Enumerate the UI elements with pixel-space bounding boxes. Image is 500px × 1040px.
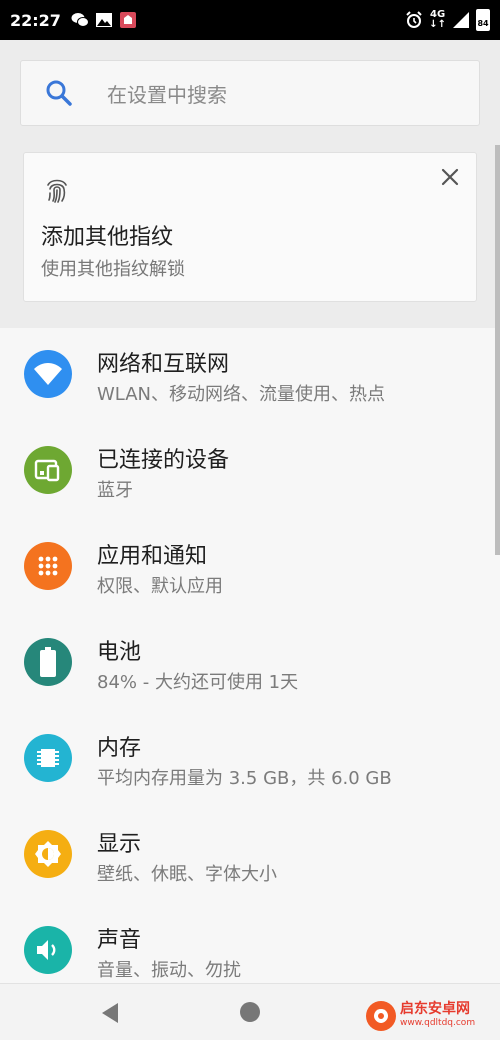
close-icon[interactable] xyxy=(438,165,462,189)
settings-item-subtitle: WLAN、移动网络、流量使用、热点 xyxy=(97,384,386,405)
battery-icon xyxy=(24,638,72,686)
search-icon xyxy=(21,79,97,107)
settings-item-title: 已连接的设备 xyxy=(97,448,230,473)
settings-item-title: 应用和通知 xyxy=(97,544,208,569)
settings-item-connected-devices[interactable]: 已连接的设备 蓝牙 xyxy=(0,424,500,520)
volume-icon xyxy=(24,926,72,974)
suggestion-subtitle: 使用其他指纹解锁 xyxy=(41,259,185,280)
watermark: 启东安卓网 www.qdltdq.com xyxy=(366,996,494,1036)
settings-item-subtitle: 平均内存用量为 3.5 GB，共 6.0 GB xyxy=(97,768,392,789)
settings-item-battery[interactable]: 电池 84% - 大约还可使用 1天 xyxy=(0,616,500,712)
app-notification-icon xyxy=(119,11,137,29)
settings-item-network[interactable]: 网络和互联网 WLAN、移动网络、流量使用、热点 xyxy=(0,328,500,424)
network-type-label: 4G ↓↑ xyxy=(429,9,446,30)
settings-item-subtitle: 84% - 大约还可使用 1天 xyxy=(97,672,299,693)
header-area: 在设置中搜索 添加其他指纹 使用其他指纹解锁 xyxy=(0,40,500,328)
settings-item-subtitle: 权限、默认应用 xyxy=(97,576,223,597)
settings-item-title: 内存 xyxy=(97,736,142,761)
watermark-logo-icon xyxy=(366,1001,396,1031)
settings-item-display[interactable]: 显示 壁纸、休眠、字体大小 xyxy=(0,808,500,904)
devices-icon xyxy=(24,446,72,494)
settings-item-title: 声音 xyxy=(97,928,142,953)
gallery-icon xyxy=(95,11,113,29)
status-time: 22:27 xyxy=(10,10,61,30)
memory-icon xyxy=(24,734,72,782)
settings-item-subtitle: 音量、振动、勿扰 xyxy=(97,960,241,981)
watermark-name: 启东安卓网 xyxy=(400,1001,470,1017)
battery-status-icon: 84 xyxy=(476,9,490,31)
settings-item-apps[interactable]: 应用和通知 权限、默认应用 xyxy=(0,520,500,616)
wechat-icon xyxy=(71,11,89,29)
settings-item-subtitle: 壁纸、休眠、字体大小 xyxy=(97,864,277,885)
settings-item-title: 显示 xyxy=(97,832,142,857)
settings-item-memory[interactable]: 内存 平均内存用量为 3.5 GB，共 6.0 GB xyxy=(0,712,500,808)
scrollbar[interactable] xyxy=(495,145,500,555)
status-bar: 22:27 4G ↓↑ 84 xyxy=(0,0,500,40)
watermark-url: www.qdltdq.com xyxy=(400,1018,476,1028)
search-bar[interactable]: 在设置中搜索 xyxy=(20,60,480,126)
settings-item-subtitle: 蓝牙 xyxy=(97,480,133,501)
brightness-icon xyxy=(24,830,72,878)
settings-item-title: 网络和互联网 xyxy=(97,352,230,377)
alarm-icon xyxy=(405,11,423,29)
back-icon[interactable] xyxy=(100,1002,120,1028)
home-icon[interactable] xyxy=(240,1002,260,1022)
suggestion-title: 添加其他指纹 xyxy=(41,225,174,250)
settings-list: 网络和互联网 WLAN、移动网络、流量使用、热点 已连接的设备 蓝牙 应用和通知… xyxy=(0,328,500,983)
settings-item-title: 电池 xyxy=(97,640,142,665)
search-placeholder: 在设置中搜索 xyxy=(107,82,227,107)
signal-icon xyxy=(452,11,470,29)
apps-icon xyxy=(24,542,72,590)
wifi-icon xyxy=(24,350,72,398)
fingerprint-suggestion-card[interactable]: 添加其他指纹 使用其他指纹解锁 xyxy=(23,152,477,302)
fingerprint-icon xyxy=(42,175,72,209)
